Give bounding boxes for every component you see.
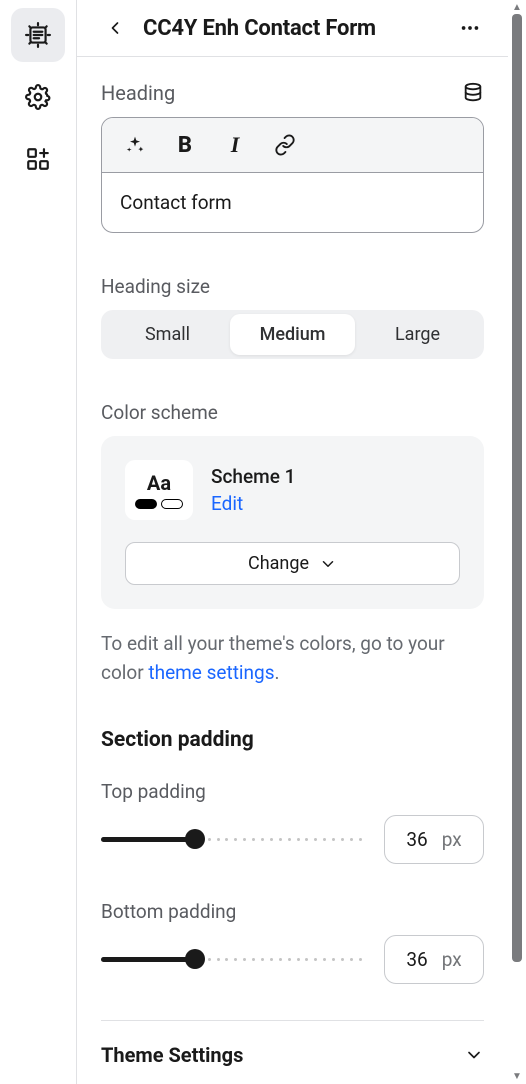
scheme-change-button[interactable]: Change xyxy=(125,542,460,585)
sparkle-icon xyxy=(125,135,145,155)
scheme-change-label: Change xyxy=(248,553,309,574)
heading-editor: B I Contact form xyxy=(101,117,484,233)
scroll-up-arrow[interactable]: ▲ xyxy=(512,2,522,13)
heading-size-label: Heading size xyxy=(101,275,484,298)
top-padding-value-box[interactable]: 36 px xyxy=(384,815,484,864)
swatch-pill-outline xyxy=(161,499,183,509)
scroll-thumb[interactable] xyxy=(512,14,522,962)
bottom-padding-group: Bottom padding 36 px xyxy=(101,900,484,984)
heading-size-segmented: Small Medium Large xyxy=(101,310,484,359)
chevron-down-icon xyxy=(319,555,337,573)
swatch-pill-solid xyxy=(135,499,157,509)
rte-ai-button[interactable] xyxy=(122,132,148,158)
theme-settings-link[interactable]: theme settings xyxy=(148,661,274,684)
top-padding-group: Top padding 36 px xyxy=(101,780,484,864)
page-title: CC4Y Enh Contact Form xyxy=(143,16,442,41)
top-padding-label: Top padding xyxy=(101,780,484,803)
color-scheme-card: Aa Scheme 1 Edit Change xyxy=(101,436,484,609)
heading-size-small[interactable]: Small xyxy=(105,314,230,355)
chevron-down-icon xyxy=(464,1045,484,1065)
heading-size-large[interactable]: Large xyxy=(355,314,480,355)
rte-italic-button[interactable]: I xyxy=(222,132,248,158)
back-button[interactable] xyxy=(101,14,129,42)
top-padding-value: 36 xyxy=(406,828,427,851)
scheme-name: Scheme 1 xyxy=(211,465,295,488)
nav-sections-button[interactable] xyxy=(11,8,65,62)
swatch-sample-text: Aa xyxy=(147,471,171,495)
nav-theme-settings-button[interactable] xyxy=(11,70,65,124)
heading-field-label: Heading xyxy=(101,81,175,105)
more-button[interactable] xyxy=(456,14,484,42)
chevron-left-icon xyxy=(105,18,125,38)
theme-settings-toggle[interactable]: Theme Settings xyxy=(101,1020,484,1084)
bottom-padding-label: Bottom padding xyxy=(101,900,484,923)
bottom-padding-value-box[interactable]: 36 px xyxy=(384,935,484,984)
color-scheme-swatch: Aa xyxy=(125,460,193,520)
slider-thumb[interactable] xyxy=(185,949,205,969)
theme-settings-title: Theme Settings xyxy=(101,1043,243,1067)
color-scheme-label: Color scheme xyxy=(101,401,484,424)
nav-apps-button[interactable] xyxy=(11,132,65,186)
apps-add-icon xyxy=(25,146,51,172)
more-horizontal-icon xyxy=(459,17,481,39)
database-icon[interactable] xyxy=(462,82,484,104)
top-padding-unit: px xyxy=(442,828,462,851)
slider-thumb[interactable] xyxy=(185,829,205,849)
panel-header: CC4Y Enh Contact Form xyxy=(77,0,508,57)
settings-panel: CC4Y Enh Contact Form Heading xyxy=(77,0,508,1084)
bottom-padding-unit: px xyxy=(442,948,462,971)
bottom-padding-value: 36 xyxy=(406,948,427,971)
rte-bold-button[interactable]: B xyxy=(172,132,198,158)
rte-link-button[interactable] xyxy=(272,132,298,158)
left-nav xyxy=(0,0,76,1084)
color-scheme-hint: To edit all your theme's colors, go to y… xyxy=(101,629,484,688)
heading-input[interactable]: Contact form xyxy=(102,173,483,232)
section-padding-title: Section padding xyxy=(101,728,484,752)
scroll-down-arrow[interactable]: ▼ xyxy=(512,1071,522,1082)
top-padding-slider[interactable] xyxy=(101,829,362,849)
scheme-edit-link[interactable]: Edit xyxy=(211,492,295,515)
link-icon xyxy=(274,134,296,156)
section-block-icon xyxy=(25,22,51,48)
gear-icon xyxy=(25,84,51,110)
scrollbar[interactable]: ▲ ▼ xyxy=(508,0,526,1084)
bottom-padding-slider[interactable] xyxy=(101,949,362,969)
rte-toolbar: B I xyxy=(102,118,483,173)
heading-size-medium[interactable]: Medium xyxy=(230,314,355,355)
